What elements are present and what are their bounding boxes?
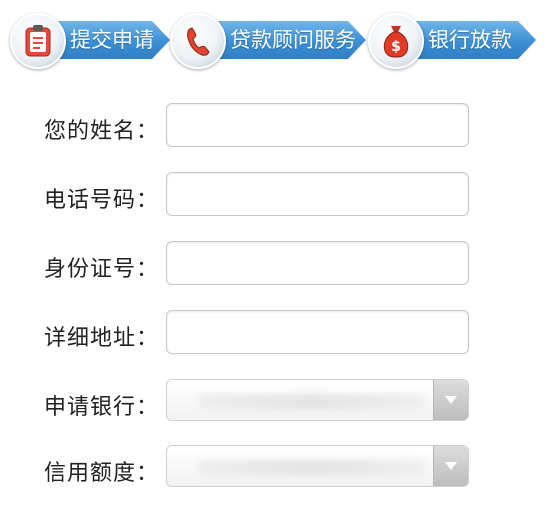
money-bag-icon: $ <box>368 13 424 69</box>
address-input[interactable] <box>166 310 469 354</box>
phone-row: 电话号码： <box>0 172 544 220</box>
chevron-down-icon <box>445 462 457 470</box>
phone-label: 电话号码： <box>44 188 160 213</box>
credit-limit-row: 信用额度： <box>0 445 544 493</box>
step-label: 提交申请 <box>70 28 154 52</box>
credit-limit-dropdown-button[interactable] <box>433 446 468 486</box>
step-loan-advisor-service: 贷款顾问服务 <box>170 0 366 80</box>
credit-limit-label: 信用额度： <box>44 461 160 486</box>
phone-input[interactable] <box>166 172 469 216</box>
step-bank-disbursement: $ 银行放款 <box>368 0 538 80</box>
phone-icon <box>170 13 226 69</box>
id-number-input[interactable] <box>166 241 469 285</box>
blurred-placeholder <box>197 460 427 476</box>
id-number-label: 身份证号： <box>44 257 160 282</box>
credit-limit-select[interactable] <box>166 445 469 487</box>
bank-row: 申请银行： <box>0 379 544 427</box>
step-submit-application: 提交申请 <box>10 0 170 80</box>
name-input[interactable] <box>166 103 469 147</box>
bank-select[interactable] <box>166 379 469 421</box>
step-label: 贷款顾问服务 <box>230 28 356 52</box>
bank-dropdown-button[interactable] <box>433 380 468 420</box>
address-label: 详细地址： <box>44 326 160 351</box>
clipboard-icon <box>10 13 66 69</box>
svg-text:$: $ <box>391 39 401 55</box>
id-number-row: 身份证号： <box>0 241 544 289</box>
address-row: 详细地址： <box>0 310 544 358</box>
name-label: 您的姓名： <box>44 119 160 144</box>
step-label: 银行放款 <box>428 28 512 52</box>
name-row: 您的姓名： <box>0 103 544 151</box>
blurred-placeholder <box>197 394 427 410</box>
bank-label: 申请银行： <box>44 395 160 420</box>
chevron-down-icon <box>445 396 457 404</box>
progress-steps: 提交申请 贷款顾问服务 $ 银行放款 <box>0 0 544 80</box>
